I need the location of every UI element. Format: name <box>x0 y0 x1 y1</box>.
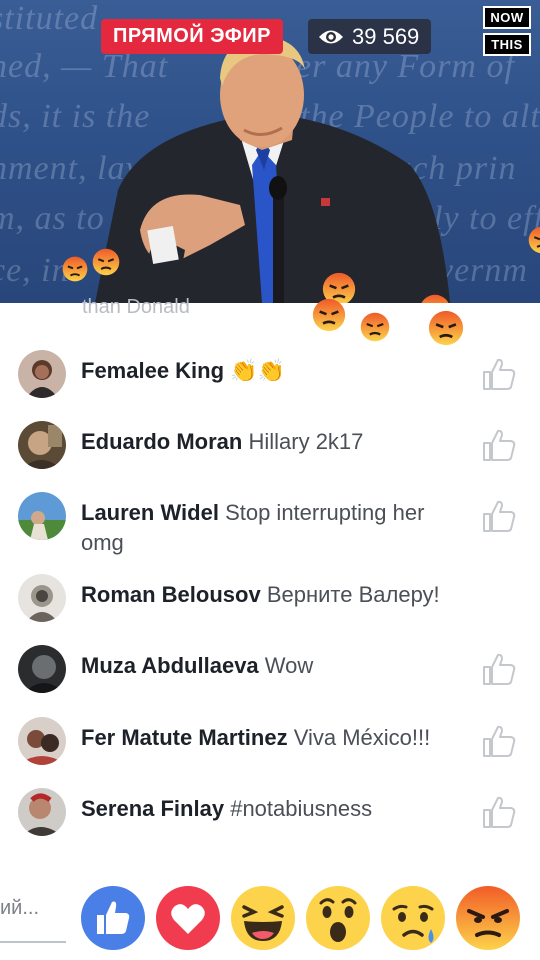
comment-author[interactable]: Roman Belousov <box>81 582 261 607</box>
viewer-counter: 39 569 <box>308 19 432 54</box>
thumbs-up-icon[interactable] <box>481 723 517 759</box>
avatar[interactable] <box>18 788 66 836</box>
floating-angry-icon <box>421 294 449 303</box>
angry-icon[interactable] <box>455 885 521 951</box>
comment-author[interactable]: Fer Matute Martinez <box>81 725 288 750</box>
avatar[interactable] <box>18 574 66 622</box>
thumbs-up-icon[interactable] <box>481 498 517 534</box>
floating-angry-icon <box>312 298 346 332</box>
channel-logo-top: NOW <box>483 6 531 29</box>
previous-comment-tail: than Donald <box>82 296 190 318</box>
comment-author[interactable]: Lauren Widel <box>81 500 219 525</box>
avatar[interactable] <box>18 350 66 398</box>
floating-angry-icon <box>360 312 390 342</box>
live-video[interactable]: stituted ned, — That ds, it is the nment… <box>0 0 540 303</box>
comment-text: #notabiusness <box>230 796 373 821</box>
avatar[interactable] <box>18 421 66 469</box>
comment-text: Hillary 2k17 <box>248 429 364 454</box>
thumbs-up-icon[interactable] <box>481 651 517 687</box>
wow-icon[interactable] <box>305 885 371 951</box>
thumbs-up-icon[interactable] <box>481 427 517 463</box>
comment-text: Wow <box>264 653 314 678</box>
thumbs-up-icon[interactable] <box>481 794 517 830</box>
floating-angry-icon <box>528 226 540 254</box>
comment-input-underline <box>0 941 66 943</box>
comment-text: Верните Валеру! <box>266 582 440 607</box>
floating-angry-icon <box>428 310 464 346</box>
floating-angry-icon <box>92 248 120 276</box>
comment-text: Viva México!!! <box>293 725 431 750</box>
channel-logo-bottom: THIS <box>483 33 531 56</box>
avatar[interactable] <box>18 492 66 540</box>
live-badge: ПРЯМОЙ ЭФИР <box>101 19 283 54</box>
sad-icon[interactable] <box>380 885 446 951</box>
like-icon[interactable] <box>80 885 146 951</box>
avatar[interactable] <box>18 717 66 765</box>
floating-angry-icon <box>62 256 88 282</box>
comment-author[interactable]: Serena Finlay <box>81 796 224 821</box>
eye-icon <box>319 30 343 43</box>
viewer-count: 39 569 <box>352 24 420 49</box>
avatar[interactable] <box>18 645 66 693</box>
comment-input[interactable]: ий... <box>0 897 39 920</box>
comment-author[interactable]: Muza Abdullaeva <box>81 653 259 678</box>
comment-author[interactable]: Femalee King <box>81 358 224 383</box>
comment-author[interactable]: Eduardo Moran <box>81 429 242 454</box>
clapping-hands-emoji: 👏👏 <box>230 358 285 383</box>
thumbs-up-icon[interactable] <box>481 356 517 392</box>
love-icon[interactable] <box>155 885 221 951</box>
channel-logo: NOW THIS <box>483 6 531 60</box>
haha-icon[interactable] <box>230 885 296 951</box>
